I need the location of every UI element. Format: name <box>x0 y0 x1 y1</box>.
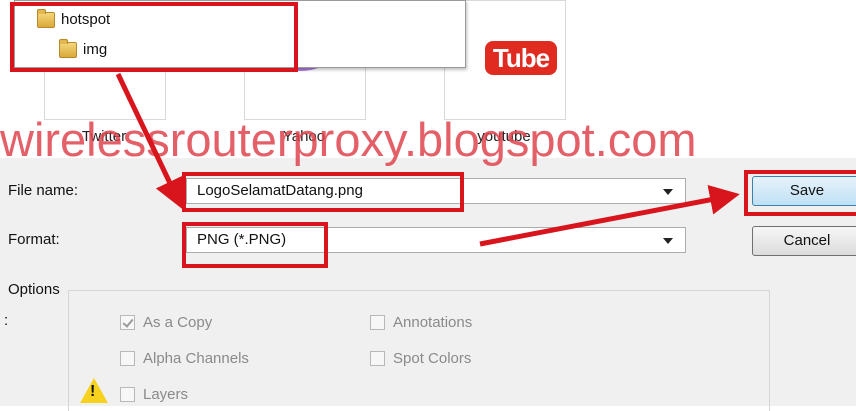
arrow-to-filename <box>115 72 183 210</box>
annotation-arrows <box>115 72 740 247</box>
arrow-to-save <box>479 185 740 247</box>
